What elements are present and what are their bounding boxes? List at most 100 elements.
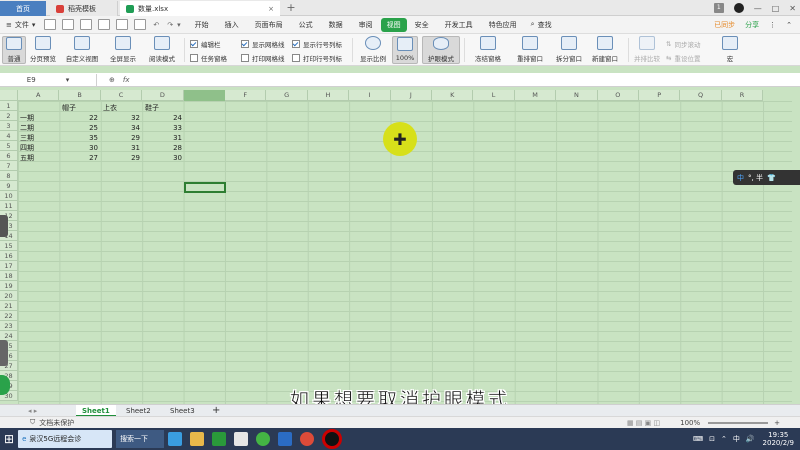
task-pane-checkbox[interactable]: 任务窗格 xyxy=(190,53,227,63)
period-cell[interactable]: 一期 xyxy=(20,113,34,123)
taskbar-ime[interactable]: 中 xyxy=(733,434,740,444)
menu-view[interactable]: 视图 xyxy=(380,17,407,32)
maximize-icon[interactable]: □ xyxy=(772,4,780,13)
zoom-button[interactable]: 显示比例 xyxy=(356,36,390,64)
volume-icon[interactable]: 🔊 xyxy=(746,435,755,443)
export-icon[interactable] xyxy=(116,19,129,30)
row-header-16[interactable]: 16 xyxy=(0,251,18,261)
print-gridlines-checkbox[interactable]: 打印网格线 xyxy=(241,53,285,63)
period-cell[interactable]: 二期 xyxy=(20,123,34,133)
taskbar-window-item[interactable]: e 泉汉5G远程会诊 xyxy=(18,430,113,448)
sync-status[interactable]: 已同步 xyxy=(714,20,735,30)
format-icon[interactable] xyxy=(134,19,147,30)
save-icon[interactable] xyxy=(44,19,57,30)
zoom-formula-icon[interactable]: ⊕ xyxy=(109,76,115,84)
tab-template[interactable]: 稻壳模板 xyxy=(50,1,118,16)
custom-view-button[interactable]: 自定义视图 xyxy=(62,36,102,64)
macro-button[interactable]: 宏 xyxy=(718,36,742,64)
new-window-button[interactable]: 新建窗口 xyxy=(588,36,622,64)
zoom-level[interactable]: 100% xyxy=(680,419,700,427)
show-headers-checkbox[interactable]: 显示行号列标 xyxy=(292,39,342,49)
side-panel-handle[interactable] xyxy=(0,340,8,366)
value-cell[interactable]: 34 xyxy=(100,123,142,133)
menu-data[interactable]: 数据 xyxy=(321,20,351,30)
value-cell[interactable]: 35 xyxy=(59,133,100,143)
row-header-11[interactable]: 11 xyxy=(0,201,18,211)
period-cell[interactable]: 四期 xyxy=(20,143,34,153)
split-window-button[interactable]: 拆分窗口 xyxy=(552,36,586,64)
zoom-100-button[interactable]: 100% xyxy=(392,36,418,64)
formula-bar-checkbox[interactable]: 编辑栏 xyxy=(190,39,221,49)
value-cell[interactable]: 29 xyxy=(100,153,142,163)
file-menu[interactable]: ≡ 文件 ▾ xyxy=(0,20,41,30)
row-header-2[interactable]: 2 xyxy=(0,111,18,121)
value-cell[interactable]: 30 xyxy=(59,143,100,153)
taskbar-app-cloud[interactable] xyxy=(230,430,252,448)
page-break-preview-button[interactable]: 分页预览 xyxy=(28,36,58,64)
tray-chevron-icon[interactable]: ⌃ xyxy=(721,435,727,443)
taskbar-app-360[interactable] xyxy=(252,430,274,448)
row-header-9[interactable]: 9 xyxy=(0,181,18,191)
menu-insert[interactable]: 插入 xyxy=(217,20,247,30)
value-cell[interactable]: 32 xyxy=(100,113,142,123)
row-header-7[interactable]: 7 xyxy=(0,161,18,171)
tab-file[interactable]: 数量.xlsx × xyxy=(120,1,280,16)
row-header-20[interactable]: 20 xyxy=(0,291,18,301)
avatar[interactable] xyxy=(733,3,744,13)
row-header-21[interactable]: 21 xyxy=(0,301,18,311)
selected-cell[interactable] xyxy=(184,182,226,193)
row-header-10[interactable]: 10 xyxy=(0,191,18,201)
share-button[interactable]: 分享 xyxy=(745,20,759,30)
value-cell[interactable]: 25 xyxy=(59,123,100,133)
menu-formula[interactable]: 公式 xyxy=(291,20,321,30)
row-header-4[interactable]: 4 xyxy=(0,131,18,141)
period-cell[interactable]: 三期 xyxy=(20,133,34,143)
show-gridlines-checkbox[interactable]: 显示网格线 xyxy=(241,39,285,49)
view-icons[interactable]: ▦ ▤ ▣ ◫ xyxy=(627,419,660,427)
period-cell[interactable]: 五期 xyxy=(20,153,34,163)
close-window-icon[interactable]: ✕ xyxy=(789,4,796,13)
reset-position-button[interactable]: ⇆ 重设位置 xyxy=(666,53,700,63)
add-tab-button[interactable]: + xyxy=(284,1,298,15)
taskbar-app-chrome[interactable] xyxy=(296,430,318,448)
collapse-ribbon-icon[interactable]: ⌃ xyxy=(786,21,792,29)
zoom-slider[interactable] xyxy=(708,421,769,424)
taskbar-app-green[interactable] xyxy=(208,430,230,448)
print-icon[interactable] xyxy=(80,19,93,30)
close-icon[interactable]: × xyxy=(268,5,274,13)
zoom-in-icon[interactable]: + xyxy=(774,419,780,427)
open-icon[interactable] xyxy=(62,19,75,30)
name-box[interactable]: E9 ▾ xyxy=(0,73,97,86)
redo-icon[interactable]: ↷ xyxy=(167,21,173,29)
minimize-icon[interactable]: — xyxy=(754,4,762,13)
menu-dev-tools[interactable]: 开发工具 xyxy=(437,20,481,30)
header-hats[interactable]: 帽子 xyxy=(62,103,76,113)
tab-home[interactable]: 首页 xyxy=(0,1,46,16)
header-shoes[interactable]: 鞋子 xyxy=(145,103,159,113)
header-tops[interactable]: 上衣 xyxy=(103,103,117,113)
row-header-6[interactable]: 6 xyxy=(0,151,18,161)
row-header-8[interactable]: 8 xyxy=(0,171,18,181)
value-cell[interactable]: 28 xyxy=(142,143,184,153)
menu-security[interactable]: 安全 xyxy=(407,20,437,30)
print-headers-checkbox[interactable]: 打印行号列标 xyxy=(292,53,342,63)
taskbar-app-word[interactable] xyxy=(274,430,296,448)
row-header-3[interactable]: 3 xyxy=(0,121,18,131)
menu-special[interactable]: 特色应用 xyxy=(481,20,525,30)
value-cell[interactable]: 33 xyxy=(142,123,184,133)
undo-icon[interactable]: ↶ xyxy=(153,21,159,29)
arrange-windows-button[interactable]: 重排窗口 xyxy=(510,36,550,64)
search-box[interactable]: ⌕ 查找 xyxy=(531,20,552,30)
eye-protection-button[interactable]: 护眼模式 xyxy=(422,36,460,64)
taskbar-app-record[interactable] xyxy=(318,429,346,449)
value-cell[interactable]: 31 xyxy=(142,133,184,143)
keyboard-icon[interactable]: ⌨ xyxy=(693,435,703,443)
more-icon[interactable]: ⋮ xyxy=(769,21,776,29)
row-header-18[interactable]: 18 xyxy=(0,271,18,281)
row-header-15[interactable]: 15 xyxy=(0,241,18,251)
normal-view-button[interactable]: 普通 xyxy=(2,36,26,64)
taskbar-explorer[interactable] xyxy=(186,430,208,448)
value-cell[interactable]: 31 xyxy=(100,143,142,153)
menu-start[interactable]: 开始 xyxy=(187,20,217,30)
row-header-19[interactable]: 19 xyxy=(0,281,18,291)
